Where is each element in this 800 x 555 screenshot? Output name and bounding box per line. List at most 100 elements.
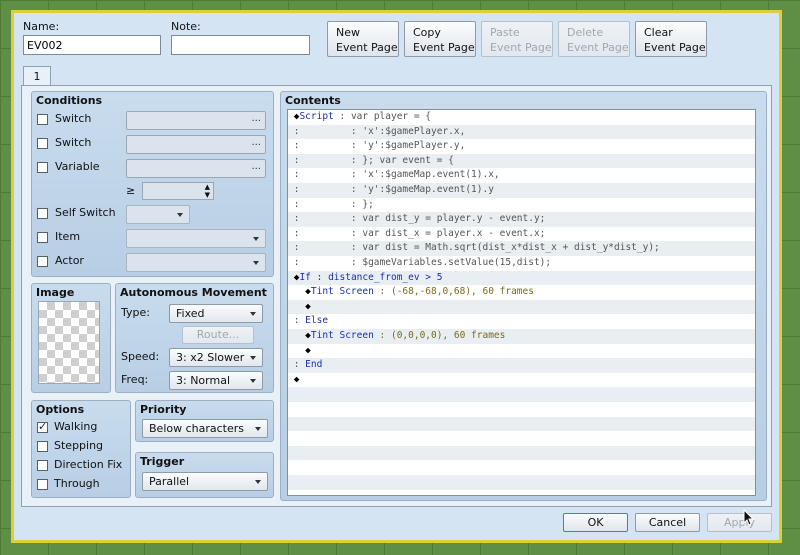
command-row[interactable]: : : 'y':$gamePlayer.y,	[288, 139, 755, 154]
command-row[interactable]	[288, 460, 755, 475]
conditions-panel: Conditions Switch ... Switch ... Variabl…	[31, 91, 274, 277]
command-row[interactable]: : Else	[288, 314, 755, 329]
trigger-select[interactable]: Parallel	[142, 472, 268, 491]
mouse-cursor-icon	[743, 509, 755, 526]
cancel-button[interactable]: Cancel	[635, 513, 700, 532]
variable-checkbox[interactable]	[37, 162, 48, 173]
command-marker: :	[288, 169, 300, 181]
command-params: : 'y':$gamePlayer.y,	[299, 140, 466, 152]
command-params: : var player = {	[333, 111, 432, 122]
gte-symbol: ≥	[126, 184, 136, 197]
command-row[interactable]: ◆	[288, 299, 755, 315]
self-switch-label: Self Switch	[55, 206, 116, 219]
command-params: : 'x':$gameMap.event(1).x,	[299, 169, 500, 181]
variable-selector[interactable]: ...	[126, 159, 266, 178]
spin-up-icon[interactable]: ▲	[205, 183, 210, 191]
command-row[interactable]	[288, 475, 755, 490]
command-row[interactable]: ◆Script : var player = {	[288, 110, 755, 125]
paste-event-page-button[interactable]: Paste Event Page	[481, 21, 553, 57]
direction-fix-checkbox[interactable]	[37, 460, 48, 471]
command-row[interactable]: ◆Tint Screen : (-68,-68,0,68), 60 frames	[288, 285, 755, 300]
command-name: Script	[299, 111, 334, 122]
command-marker: :	[288, 257, 300, 268]
command-row[interactable]: : : var dist = Math.sqrt(dist_x*dist_x +…	[288, 241, 755, 256]
self-switch-checkbox[interactable]	[37, 208, 48, 219]
new-event-page-button[interactable]: New Event Page	[327, 21, 399, 57]
command-row[interactable]: : : 'x':$gamePlayer.x,	[288, 124, 755, 140]
actor-checkbox[interactable]	[37, 256, 48, 267]
direction-fix-label: Direction Fix	[54, 458, 123, 471]
freq-select[interactable]: 3: Normal	[169, 371, 263, 390]
command-row[interactable]: : : var dist_x = player.x - event.x;	[288, 227, 755, 242]
walking-checkbox[interactable]	[37, 420, 48, 433]
self-switch-select[interactable]	[126, 205, 190, 224]
note-field[interactable]	[171, 35, 310, 55]
item-select[interactable]	[126, 229, 266, 248]
command-row[interactable]: ◆	[288, 373, 755, 388]
movement-title: Autonomous Movement	[120, 286, 267, 299]
route-button[interactable]: Route...	[182, 326, 254, 344]
actor-select[interactable]	[126, 253, 266, 272]
chevron-down-icon	[253, 237, 259, 241]
contents-title: Contents	[285, 94, 341, 107]
command-row[interactable]: : : }; var event = {	[288, 153, 755, 169]
conditions-title: Conditions	[36, 94, 103, 107]
command-row[interactable]: : : $gameVariables.setValue(15,dist);	[288, 256, 755, 271]
freq-label: Freq:	[121, 373, 149, 386]
command-row[interactable]	[288, 445, 755, 461]
spin-down-icon[interactable]: ▼	[205, 191, 210, 199]
command-marker: :	[288, 213, 300, 225]
copy-event-page-button[interactable]: Copy Event Page	[404, 21, 476, 57]
command-row[interactable]: : : };	[288, 198, 755, 213]
name-field[interactable]	[23, 35, 161, 55]
through-checkbox[interactable]	[37, 479, 48, 490]
command-params: : distance_from_ev > 5	[310, 271, 443, 283]
command-marker: :	[288, 184, 300, 195]
command-row[interactable]: ◆If : distance_from_ev > 5	[288, 270, 755, 286]
command-row[interactable]: : End	[288, 358, 755, 373]
command-marker: ◆	[288, 111, 300, 122]
ellipsis-icon: ...	[251, 137, 261, 148]
item-checkbox[interactable]	[37, 232, 48, 243]
variable-value-spinner[interactable]: ▲ ▼	[142, 182, 214, 200]
clear-event-page-button[interactable]: Clear Event Page	[635, 21, 707, 57]
through-label: Through	[54, 477, 100, 490]
command-row[interactable]: : : var dist_y = player.y - event.y;	[288, 212, 755, 227]
ok-button[interactable]: OK	[563, 513, 628, 532]
trigger-title: Trigger	[140, 455, 185, 468]
event-command-list[interactable]: ◆Script : var player = { : : 'x':$gamePl…	[287, 109, 756, 496]
chevron-down-icon	[253, 261, 259, 265]
command-name: Tint Screen	[310, 286, 374, 298]
command-row[interactable]: ◆	[288, 344, 755, 359]
command-row[interactable]: : : 'y':$gameMap.event(1).y	[288, 183, 755, 198]
command-row[interactable]	[288, 431, 755, 446]
event-image-preview[interactable]	[38, 301, 100, 384]
command-marker: ◆	[288, 373, 300, 385]
command-marker: :	[288, 154, 300, 166]
command-row[interactable]	[288, 387, 755, 402]
priority-title: Priority	[140, 403, 187, 416]
command-row[interactable]	[288, 402, 755, 417]
command-row[interactable]: ◆Tint Screen : (0,0,0,0), 60 frames	[288, 329, 755, 344]
speed-select[interactable]: 3: x2 Slower	[169, 348, 263, 367]
apply-button[interactable]: Apply	[707, 513, 772, 532]
tab-page-1[interactable]: 1	[23, 66, 51, 86]
options-panel: Options Walking Stepping Direction Fix T…	[31, 400, 131, 498]
command-row[interactable]: : : 'x':$gameMap.event(1).x,	[288, 168, 755, 183]
switch2-selector[interactable]: ...	[126, 135, 266, 154]
switch2-checkbox[interactable]	[37, 138, 48, 149]
delete-event-page-button[interactable]: Delete Event Page	[558, 21, 630, 57]
command-marker: :	[288, 242, 300, 254]
priority-select[interactable]: Below characters	[142, 419, 268, 438]
command-params: : (-68,-68,0,68), 60 frames	[373, 286, 534, 298]
item-label: Item	[55, 230, 81, 243]
stepping-checkbox[interactable]	[37, 441, 48, 452]
switch1-selector[interactable]: ...	[126, 111, 266, 130]
command-name: Tint Screen	[310, 330, 374, 341]
type-select[interactable]: Fixed	[169, 304, 263, 323]
command-marker: :	[288, 198, 300, 210]
command-marker: :	[288, 140, 300, 152]
chevron-down-icon	[177, 213, 183, 217]
switch1-checkbox[interactable]	[37, 114, 48, 125]
command-row[interactable]	[288, 416, 755, 432]
